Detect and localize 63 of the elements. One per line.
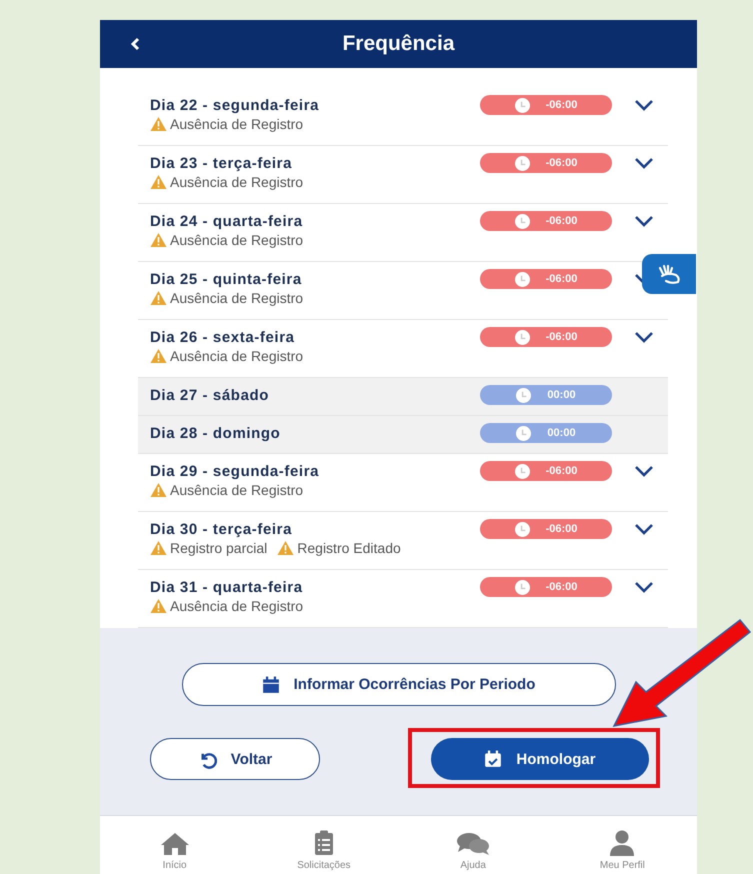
alert-text: Ausência de Registro <box>170 598 304 614</box>
time-balance-badge: -06:00 <box>480 577 612 597</box>
calendar-icon <box>262 676 280 694</box>
warning-icon <box>150 233 167 247</box>
back-icon[interactable] <box>130 37 140 51</box>
back-button[interactable]: Voltar <box>150 738 320 780</box>
weekend-row[interactable]: Dia 27 - sábado 00:00 <box>138 378 668 416</box>
warning-icon <box>150 349 167 363</box>
time-balance-badge: -06:00 <box>480 211 612 231</box>
weekend-row[interactable]: Dia 28 - domingo 00:00 <box>138 416 668 454</box>
approve-button[interactable]: Homologar <box>431 738 649 780</box>
time-balance-badge: -06:00 <box>480 519 612 539</box>
chevron-down-icon[interactable] <box>634 523 654 535</box>
warning-icon <box>150 175 167 189</box>
alert-text: Registro Editado <box>297 540 401 556</box>
warning-icon <box>150 483 167 497</box>
alert-text: Registro parcial <box>170 540 268 556</box>
alert-text: Ausência de Registro <box>170 348 304 364</box>
alert-text: Ausência de Registro <box>170 482 304 498</box>
alert-text: Ausência de Registro <box>170 290 304 306</box>
nav-item[interactable]: Ajuda <box>398 816 548 874</box>
day-label: Dia 27 - sábado <box>150 387 270 404</box>
warning-icon <box>277 541 294 555</box>
time-balance-badge: 00:00 <box>480 385 612 405</box>
warning-icon <box>150 291 167 305</box>
chevron-down-icon[interactable] <box>634 157 654 169</box>
clipboard-icon <box>314 830 334 856</box>
time-balance-badge: 00:00 <box>480 423 612 443</box>
day-label: Dia 30 - terça-feira <box>150 521 294 538</box>
time-balance-badge: -06:00 <box>480 153 612 173</box>
chevron-down-icon[interactable] <box>634 99 654 111</box>
day-label: Dia 31 - quarta-feira <box>150 579 304 596</box>
sign-language-menu[interactable] <box>642 254 696 294</box>
day-label: Dia 26 - sexta-feira <box>150 329 296 346</box>
screen-title: Frequência <box>342 32 455 56</box>
warning-icon <box>150 117 167 131</box>
chat-bubbles-icon <box>456 832 490 856</box>
day-label: Dia 29 - segunda-feira <box>150 463 320 480</box>
chevron-down-icon[interactable] <box>634 215 654 227</box>
nav-item[interactable]: Solicitações <box>249 816 398 874</box>
alert-text: Ausência de Registro <box>170 232 304 248</box>
chevron-down-icon[interactable] <box>634 331 654 343</box>
alert-text: Ausência de Registro <box>170 116 304 132</box>
time-balance-badge: -06:00 <box>480 327 612 347</box>
time-balance-badge: -06:00 <box>480 95 612 115</box>
time-balance-badge: -06:00 <box>480 269 612 289</box>
time-balance-badge: -06:00 <box>480 461 612 481</box>
home-icon <box>158 832 191 856</box>
day-label: Dia 24 - quarta-feira <box>150 213 304 230</box>
nav-item[interactable]: Início <box>100 816 250 874</box>
day-label: Dia 22 - segunda-feira <box>150 97 320 114</box>
user-icon <box>609 830 636 856</box>
alert-text: Ausência de Registro <box>170 174 304 190</box>
nav-item[interactable]: Meu Perfil <box>548 816 697 874</box>
chevron-down-icon[interactable] <box>634 581 654 593</box>
calendar-check-icon <box>484 750 502 768</box>
warning-icon <box>150 599 167 613</box>
report-period-button[interactable]: Informar Ocorrências Por Periodo <box>182 663 616 706</box>
day-label: Dia 25 - quinta-feira <box>150 271 303 288</box>
day-label: Dia 28 - domingo <box>150 425 282 442</box>
chevron-down-icon[interactable] <box>634 465 654 477</box>
day-label: Dia 23 - terça-feira <box>150 155 294 172</box>
warning-icon <box>150 541 167 555</box>
